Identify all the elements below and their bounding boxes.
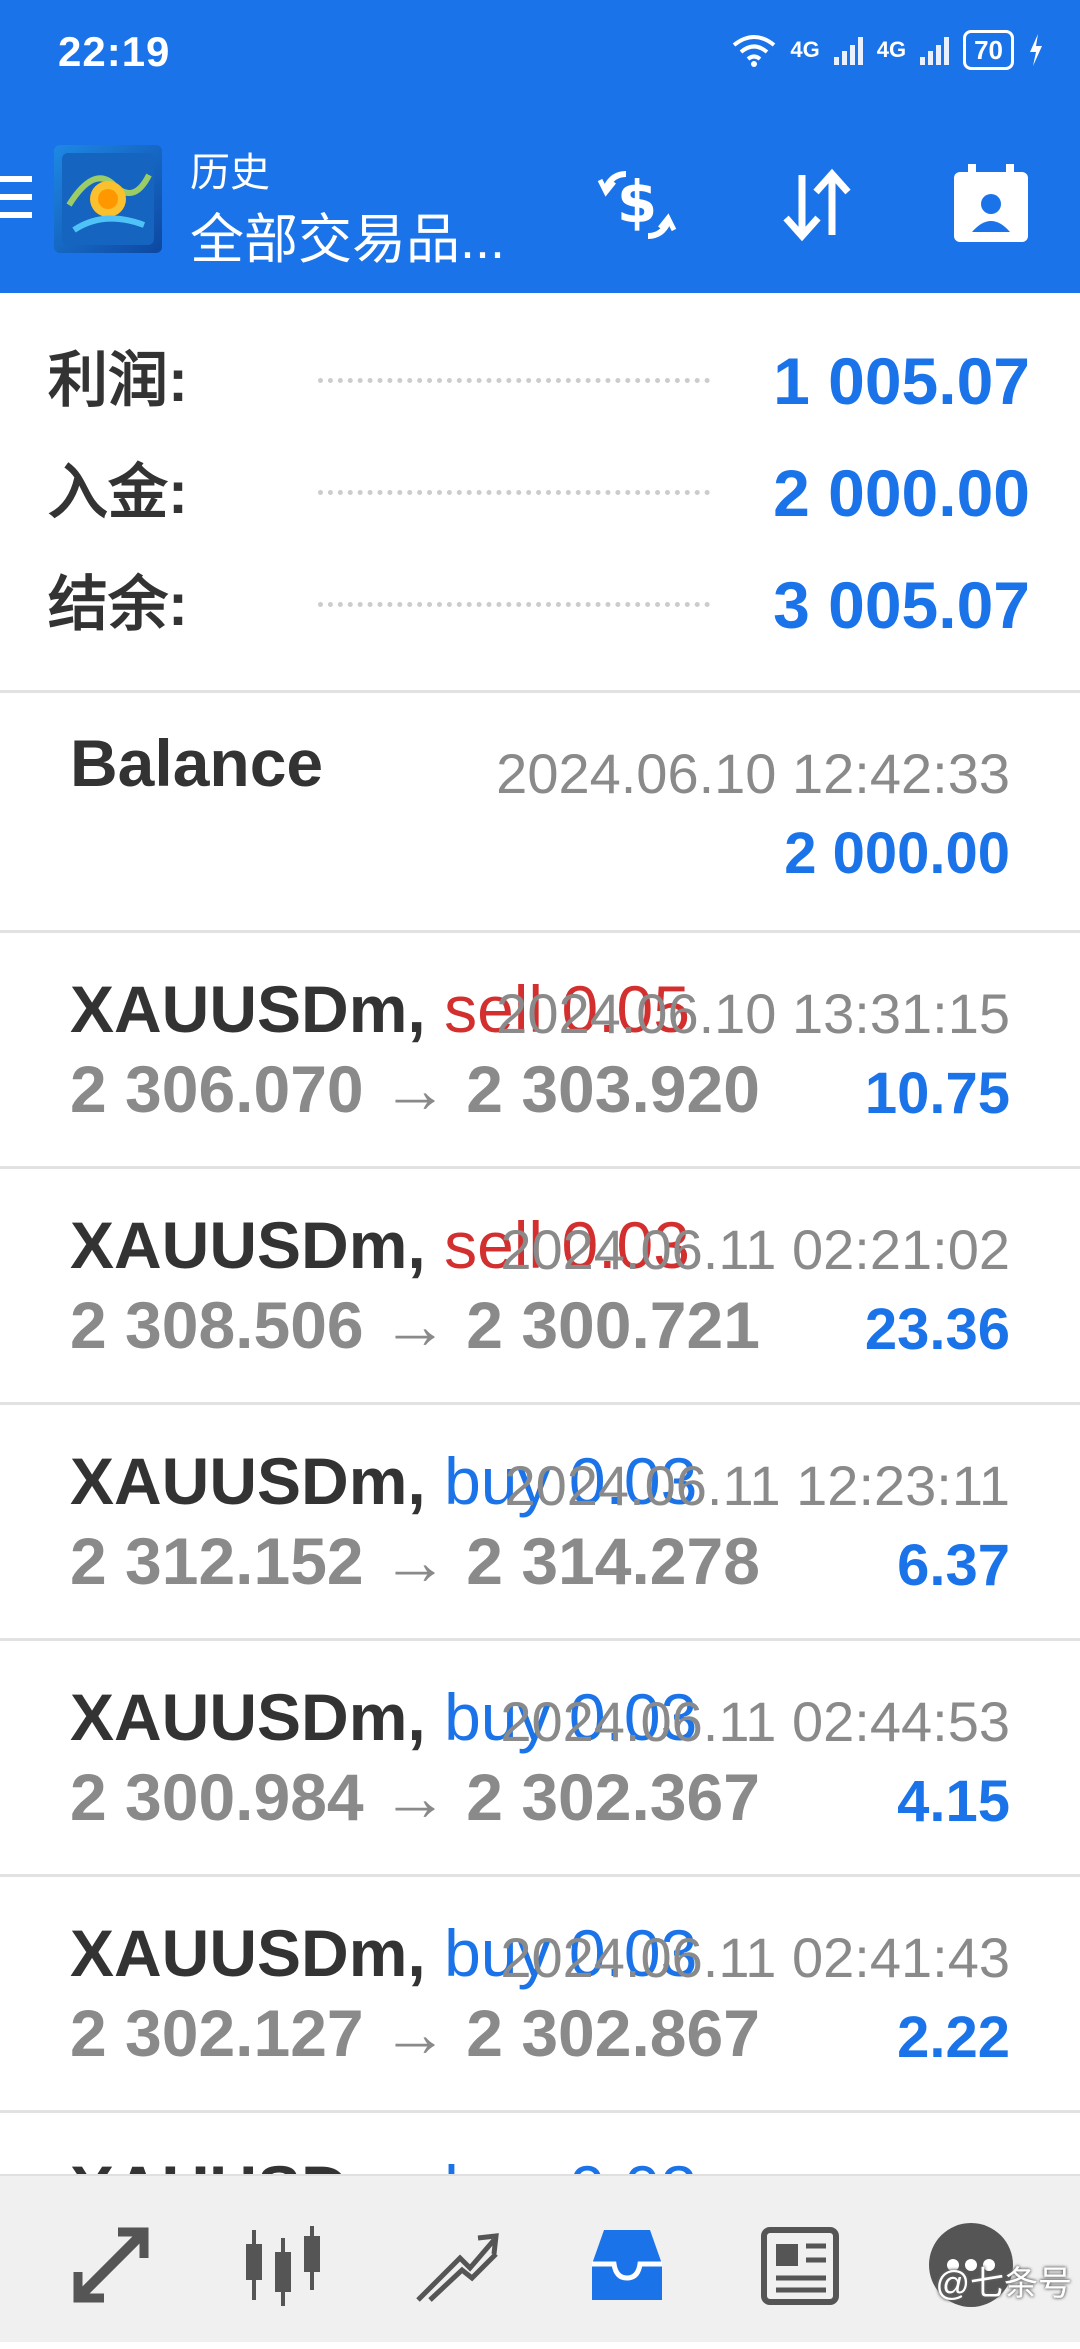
history-row[interactable]: XAUUSDm, buy 0.03 2 300.984 → 2 302.367 … (0, 1641, 1080, 1877)
news-icon[interactable] (754, 2220, 844, 2310)
battery-indicator: 70 (963, 30, 1014, 70)
sort-icon[interactable] (772, 160, 862, 250)
trade-symbol: XAUUSDm, (70, 1208, 426, 1282)
calendar-user-icon[interactable] (946, 160, 1036, 250)
balance-label: 结余: (48, 571, 188, 638)
history-row[interactable]: XAUUSDm, sell 0.03 2 308.506 → 2 300.721… (0, 1169, 1080, 1405)
trade-prices: 2 300.984 → 2 302.367 (70, 1760, 760, 1834)
trade-profit: 2.22 (897, 2005, 1010, 2070)
summary-row-deposit: 入金: 2 000.00 (0, 443, 1080, 543)
chart-icon[interactable] (238, 2220, 328, 2310)
trade-profit: 23.36 (864, 1297, 1010, 1362)
trade-profit: 10.75 (864, 1061, 1010, 1126)
signal-icon (833, 35, 863, 65)
summary-row-profit: 利润: 1 005.07 (0, 331, 1080, 431)
trade-date: 2024.06.11 02:44:53 (500, 1690, 1010, 1753)
network-label-2: 4G (876, 37, 907, 62)
balance-entry-title: Balance (70, 726, 324, 800)
dotted-leader (318, 378, 710, 383)
signal-icon-2 (920, 35, 950, 65)
trade-prices: 2 312.152 → 2 314.278 (70, 1524, 760, 1598)
trade-date: 2024.06.11 02:41:43 (500, 1926, 1010, 1989)
status-icons: 4G 4G 70 (732, 30, 1044, 70)
entry-date: 2024.06.10 12:42:33 (496, 742, 1010, 805)
deposit-label: 入金: (48, 459, 188, 526)
trade-prices: 2 302.127 → 2 302.867 (70, 1996, 760, 2070)
toolbar: 历史 全部交易品... $ (0, 110, 1080, 293)
network-label-1: 4G (790, 37, 820, 62)
bottom-navigation: @七条号 (0, 2174, 1080, 2342)
status-time: 22:19 (58, 28, 171, 75)
trade-date: 2024.06.11 12:23:11 (504, 1454, 1010, 1517)
trade-profit: 4.15 (897, 1769, 1010, 1834)
trade-date: 2024.06.11 02:21:02 (500, 1218, 1010, 1281)
app-logo (54, 145, 162, 253)
svg-text:$: $ (617, 168, 657, 236)
dotted-leader (318, 602, 710, 607)
charging-icon (1030, 34, 1042, 66)
trade-symbol: XAUUSDm, (70, 1916, 426, 1990)
trade-prices: 2 308.506 → 2 300.721 (70, 1288, 760, 1362)
currency-exchange-icon[interactable]: $ (592, 160, 682, 250)
entry-amount: 2 000.00 (784, 821, 1010, 886)
dotted-leader (318, 490, 710, 495)
history-row[interactable]: XAUUSDm, buy 0.03 2 312.152 → 2 314.278 … (0, 1405, 1080, 1641)
history-icon[interactable] (582, 2220, 672, 2310)
trade-icon[interactable] (410, 2220, 500, 2310)
summary-row-balance: 结余: 3 005.07 (0, 555, 1080, 655)
menu-icon[interactable] (0, 176, 32, 222)
history-row[interactable]: XAUUSDm, buy 0.03 2 302.127 → 2 302.867 … (0, 1877, 1080, 2113)
trade-symbol: XAUUSDm, (70, 1444, 426, 1518)
history-row-balance[interactable]: Balance 2024.06.10 12:42:33 2 000.00 (0, 693, 1080, 929)
symbol-filter[interactable]: 全部交易品... (190, 195, 505, 274)
status-bar: 22:19 4G 4G 70 (0, 0, 1080, 110)
trade-prices: 2 306.070 → 2 303.920 (70, 1052, 760, 1126)
profit-label: 利润: (48, 347, 188, 414)
trade-date: 2024.06.10 13:31:15 (496, 982, 1010, 1045)
trade-symbol: XAUUSDm, (70, 972, 426, 1046)
section-title: 历史 (190, 151, 270, 195)
trade-profit: 6.37 (897, 1533, 1010, 1598)
trade-symbol: XAUUSDm, (70, 1680, 426, 1754)
watermark: @七条号 (935, 2265, 1072, 2303)
quotes-icon[interactable] (66, 2220, 156, 2310)
history-row[interactable]: XAUUSDm, sell 0.05 2 306.070 → 2 303.920… (0, 933, 1080, 1169)
balance-value: 3 005.07 (773, 568, 1030, 642)
wifi-icon (733, 35, 776, 67)
profit-value: 1 005.07 (773, 344, 1030, 418)
deposit-value: 2 000.00 (773, 456, 1030, 530)
